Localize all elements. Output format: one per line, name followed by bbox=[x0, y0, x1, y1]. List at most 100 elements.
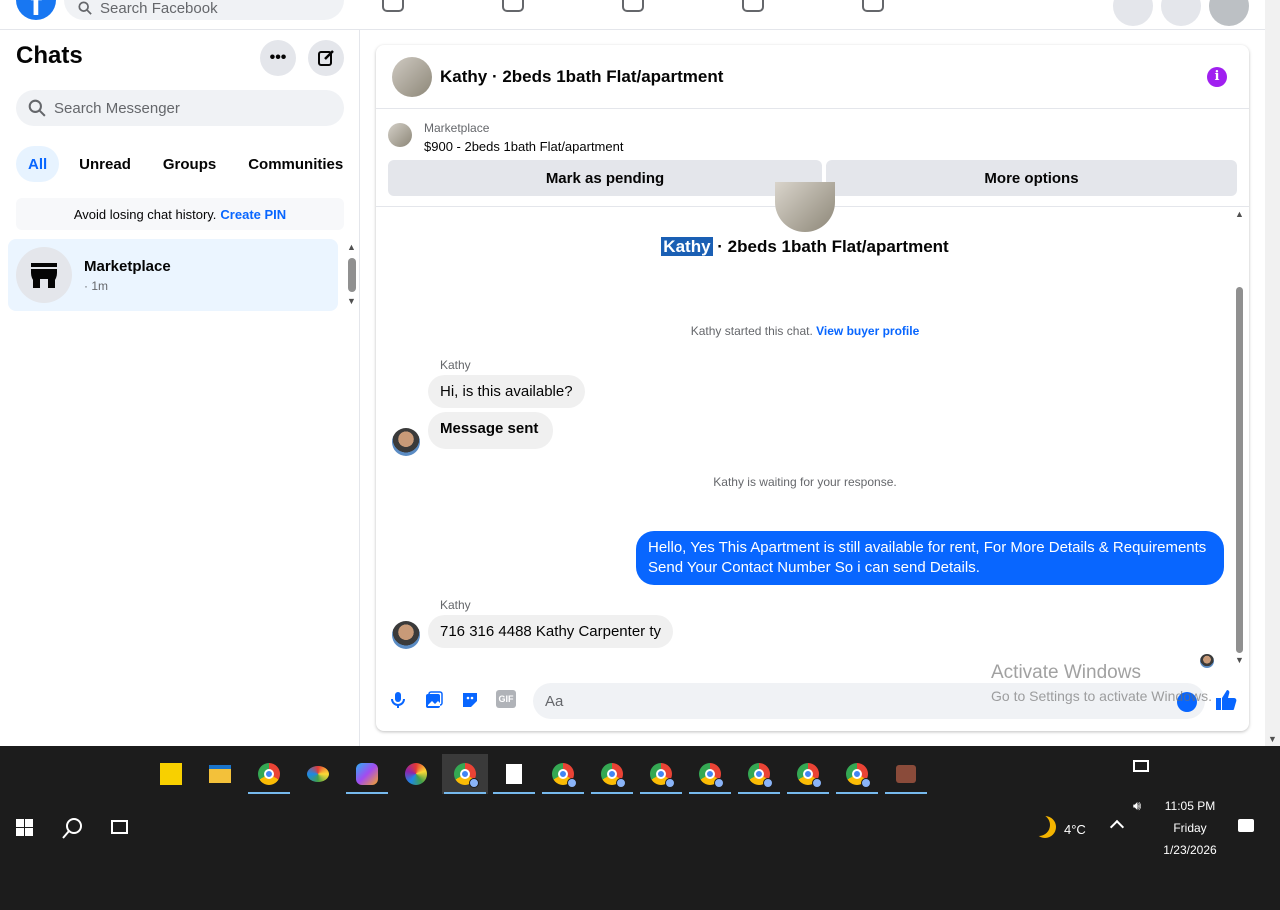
gif-icon[interactable]: GIF bbox=[496, 690, 516, 708]
system-row: 4°C 🔊︎ 11:05 PM Friday 1/23/2026 bbox=[0, 798, 1280, 857]
volume-icon[interactable]: 🔊︎ bbox=[1133, 798, 1141, 814]
selected-name-text: Kathy bbox=[661, 237, 713, 256]
chat-list-item[interactable]: Marketplace · 1m bbox=[8, 239, 338, 311]
chrome-profile-app[interactable] bbox=[687, 754, 733, 794]
incoming-message[interactable]: Hi, is this available? bbox=[428, 375, 585, 408]
listing-avatar[interactable] bbox=[392, 56, 432, 97]
sticker-icon[interactable] bbox=[460, 690, 480, 710]
copilot-app[interactable] bbox=[344, 754, 390, 794]
document-app[interactable] bbox=[491, 754, 537, 794]
chrome-profile-app[interactable] bbox=[638, 754, 684, 794]
video-nav-icon[interactable] bbox=[622, 0, 644, 12]
storefront-icon bbox=[31, 263, 57, 288]
messenger-search-placeholder: Search Messenger bbox=[54, 99, 180, 117]
notification-center-icon[interactable] bbox=[1238, 819, 1254, 832]
scroll-up-arrow-icon[interactable]: ▲ bbox=[1235, 209, 1244, 219]
more-options-button[interactable]: More options bbox=[826, 160, 1237, 196]
palette-icon bbox=[307, 766, 329, 782]
watermark-line2: Go to Settings to activate Windows. bbox=[991, 688, 1212, 704]
clock-time[interactable]: 11:05 PM bbox=[1160, 799, 1220, 813]
info-icon[interactable]: i bbox=[1207, 67, 1227, 87]
scrollbar-thumb[interactable] bbox=[348, 258, 356, 292]
paint-app[interactable] bbox=[295, 754, 341, 794]
facebook-search-input[interactable]: Search Facebook bbox=[64, 0, 344, 20]
waiting-notice: Kathy is waiting for your response. bbox=[713, 475, 897, 489]
marketplace-listing-row[interactable]: Marketplace $900 - 2beds 1bath Flat/apar… bbox=[388, 121, 623, 154]
extra-app[interactable] bbox=[883, 754, 929, 794]
color-app[interactable] bbox=[393, 754, 439, 794]
chrome-profile-app[interactable] bbox=[834, 754, 880, 794]
marketplace-label: Marketplace bbox=[424, 121, 490, 135]
chrome-profile-app[interactable] bbox=[736, 754, 782, 794]
new-message-button[interactable] bbox=[308, 40, 344, 76]
weather-temp[interactable]: 4°C bbox=[1064, 822, 1086, 837]
friends-nav-icon[interactable] bbox=[502, 0, 524, 12]
page-scrollbar[interactable]: ▼ bbox=[1265, 0, 1280, 746]
message-scrollbar[interactable]: ▲ ▼ bbox=[1234, 207, 1246, 670]
sender-name: Kathy bbox=[440, 598, 471, 612]
kathy-avatar[interactable] bbox=[392, 428, 420, 456]
kathy-avatar[interactable] bbox=[392, 621, 420, 649]
scroll-down-arrow-icon[interactable]: ▼ bbox=[1235, 655, 1244, 665]
activate-windows-watermark: Activate Windows Go to Settings to activ… bbox=[991, 662, 1212, 704]
filter-all[interactable]: All bbox=[16, 146, 60, 182]
outgoing-message[interactable]: Hello, Yes This Apartment is still avail… bbox=[636, 531, 1224, 585]
menu-grid-icon[interactable] bbox=[1113, 0, 1153, 26]
scroll-down-arrow-icon[interactable]: ▼ bbox=[347, 296, 356, 306]
sticky-notes-app[interactable] bbox=[148, 754, 194, 794]
notifications-bell-icon[interactable] bbox=[1161, 0, 1201, 26]
conversation-title[interactable]: Kathy · 2beds 1bath Flat/apartment bbox=[440, 67, 723, 87]
chat-name: Marketplace bbox=[84, 257, 171, 275]
message-list: Kathy · 2beds 1bath Flat/apartment Kathy… bbox=[376, 182, 1249, 670]
photo-icon[interactable] bbox=[424, 690, 444, 710]
scroll-down-arrow-icon[interactable]: ▼ bbox=[1268, 734, 1277, 744]
task-view-icon[interactable] bbox=[111, 820, 128, 834]
filter-unread[interactable]: Unread bbox=[67, 146, 143, 182]
chrome-icon bbox=[797, 763, 822, 788]
message-input-placeholder: Aa bbox=[545, 692, 564, 710]
facebook-logo-icon[interactable]: f bbox=[16, 0, 56, 23]
gaming-nav-icon[interactable] bbox=[862, 0, 884, 12]
search-icon[interactable] bbox=[62, 817, 84, 844]
chrome-icon bbox=[454, 763, 479, 788]
gif-label: GIF bbox=[498, 694, 514, 704]
chrome-icon bbox=[650, 763, 675, 788]
view-buyer-profile-link[interactable]: View buyer profile bbox=[816, 324, 919, 338]
windows-start-icon[interactable] bbox=[16, 819, 33, 836]
filter-communities[interactable]: Communities bbox=[236, 146, 355, 182]
thumbs-up-icon[interactable] bbox=[1215, 689, 1239, 713]
compose-icon bbox=[318, 50, 334, 66]
chevron-up-icon[interactable] bbox=[1109, 819, 1125, 835]
weather-moon-icon[interactable] bbox=[1034, 816, 1056, 838]
clock-date[interactable]: 1/23/2026 bbox=[1160, 843, 1220, 857]
home-nav-icon[interactable] bbox=[382, 0, 404, 12]
filter-groups[interactable]: Groups bbox=[151, 146, 228, 182]
scroll-up-arrow-icon[interactable]: ▲ bbox=[347, 242, 356, 252]
scrollbar-thumb[interactable] bbox=[1236, 287, 1243, 653]
chrome-app[interactable] bbox=[246, 754, 292, 794]
create-pin-link[interactable]: Create PIN bbox=[220, 207, 286, 222]
chat-time: · 1m bbox=[84, 278, 108, 293]
chat-list-scrollbar[interactable]: ▲ ▼ bbox=[346, 242, 358, 308]
microphone-icon[interactable] bbox=[388, 690, 408, 710]
chrome-profile-app[interactable] bbox=[589, 754, 635, 794]
listing-title: $900 - 2beds 1bath Flat/apartment bbox=[424, 139, 624, 154]
file-explorer-app[interactable] bbox=[197, 754, 243, 794]
app-box-icon bbox=[896, 765, 916, 783]
account-avatar[interactable] bbox=[1209, 0, 1249, 26]
chrome-profile-app[interactable] bbox=[785, 754, 831, 794]
network-icon[interactable] bbox=[1133, 760, 1149, 772]
mark-as-pending-button[interactable]: Mark as pending bbox=[388, 160, 822, 196]
conversation-intro-title: Kathy · 2beds 1bath Flat/apartment bbox=[376, 237, 1234, 257]
more-dots-icon: ••• bbox=[269, 49, 287, 66]
incoming-message[interactable]: Message sent bbox=[428, 412, 554, 449]
chrome-profile-app[interactable] bbox=[540, 754, 586, 794]
chats-sidebar: Chats ••• Search Messenger All Unread Gr… bbox=[0, 30, 360, 746]
chrome-icon bbox=[601, 763, 626, 788]
marketplace-nav-icon[interactable] bbox=[742, 0, 764, 12]
chat-options-button[interactable]: ••• bbox=[260, 40, 296, 76]
messenger-search-input[interactable]: Search Messenger bbox=[16, 90, 344, 126]
incoming-message[interactable]: 716 316 4488 Kathy Carpenter ty bbox=[428, 615, 673, 648]
chrome-profile-app[interactable] bbox=[442, 754, 488, 794]
clock-day[interactable]: Friday bbox=[1160, 821, 1220, 835]
